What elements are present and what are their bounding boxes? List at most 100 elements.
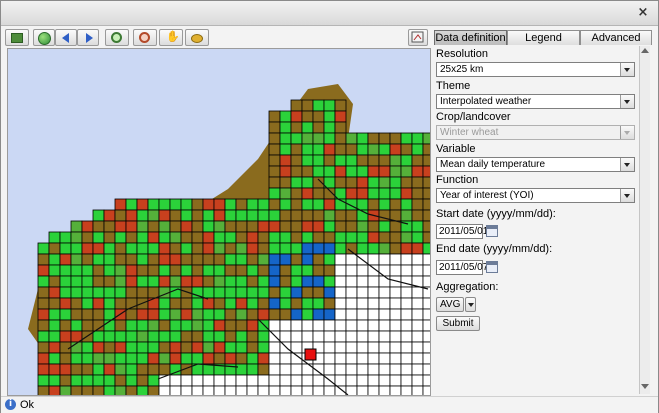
grid-cell: [59, 253, 72, 266]
grid-cell: [147, 198, 160, 211]
grid-cell: [301, 209, 314, 222]
grid-cell: [92, 385, 105, 395]
calendar-icon[interactable]: [486, 261, 498, 273]
grid-cell: [290, 264, 303, 277]
grid-cell: [213, 242, 226, 255]
grid-cell: [290, 198, 303, 211]
grid-cell: [356, 319, 369, 332]
grid-cell: [103, 286, 116, 299]
grid-cell: [180, 275, 193, 288]
map-canvas[interactable]: [8, 49, 430, 395]
tab-data-definition[interactable]: Data definition: [434, 30, 507, 45]
grid-cell: [312, 242, 325, 255]
grid-cell: [257, 297, 270, 310]
grid-cell: [400, 143, 413, 156]
dialog-window: × ✋ Data definition Legend Advanced Reso…: [0, 0, 659, 413]
grid-cell: [389, 176, 402, 189]
grid-cell: [389, 297, 402, 310]
grid-cell: [400, 363, 413, 376]
grid-cell: [279, 374, 292, 387]
grid-cell: [301, 154, 314, 167]
scroll-up-icon[interactable]: [641, 48, 649, 53]
grid-cell: [334, 242, 347, 255]
grid-cell: [422, 264, 430, 277]
show-layer-button[interactable]: [5, 29, 29, 46]
grid-cell: [136, 198, 149, 211]
grid-cell: [169, 319, 182, 332]
function-select[interactable]: Year of interest (YOI): [436, 188, 635, 203]
globe-button[interactable]: [33, 29, 55, 46]
grid-cell: [158, 209, 171, 222]
grid-cell: [301, 286, 314, 299]
grid-cell: [224, 341, 237, 354]
grid-cell: [345, 253, 358, 266]
grid-cell: [37, 242, 50, 255]
calendar-icon[interactable]: [486, 225, 498, 237]
grid-cell: [345, 165, 358, 178]
grid-cell: [334, 264, 347, 277]
grid-cell: [279, 275, 292, 288]
grid-cell: [312, 275, 325, 288]
variable-label: Variable: [436, 143, 476, 155]
grid-cell: [224, 330, 237, 343]
map-extent-button[interactable]: [408, 29, 428, 46]
pan-button[interactable]: ✋: [159, 29, 183, 46]
grid-cell: [202, 330, 215, 343]
map-view[interactable]: [7, 48, 431, 396]
grid-cell: [213, 319, 226, 332]
theme-select[interactable]: Interpolated weather: [436, 94, 635, 109]
grid-cell: [290, 231, 303, 244]
grid-cell: [213, 330, 226, 343]
grid-cell: [378, 264, 391, 277]
aggregation-dropdown-button[interactable]: [465, 297, 476, 312]
grid-cell: [268, 275, 281, 288]
chevron-down-icon[interactable]: [620, 189, 634, 202]
variable-select[interactable]: Mean daily temperature: [436, 157, 635, 172]
panel-scrollbar[interactable]: [639, 46, 650, 394]
grid-cell: [279, 121, 292, 134]
grid-cell: [400, 187, 413, 200]
grid-cell: [136, 231, 149, 244]
tab-advanced[interactable]: Advanced: [580, 30, 652, 45]
grid-cell: [235, 297, 248, 310]
zoom-out-button[interactable]: [133, 29, 157, 46]
grid-cell: [235, 385, 248, 395]
grid-cell: [125, 341, 138, 354]
grid-cell: [59, 363, 72, 376]
identify-button[interactable]: [185, 29, 209, 46]
grid-cell: [345, 143, 358, 156]
grid-cell: [180, 308, 193, 321]
grid-cell: [334, 308, 347, 321]
close-icon[interactable]: ×: [636, 6, 650, 20]
grid-cell: [246, 286, 259, 299]
chevron-down-icon[interactable]: [620, 95, 634, 108]
grid-cell: [37, 308, 50, 321]
grid-cell: [114, 253, 127, 266]
end-date-input[interactable]: 2011/05/07: [436, 260, 488, 275]
scroll-down-icon[interactable]: [641, 384, 649, 389]
grid-cell: [422, 374, 430, 387]
resolution-select[interactable]: 25x25 km: [436, 62, 635, 77]
grid-cell: [334, 110, 347, 123]
chevron-down-icon[interactable]: [620, 63, 634, 76]
grid-cell: [334, 99, 347, 112]
tab-legend[interactable]: Legend: [507, 30, 580, 45]
grid-cell: [268, 253, 281, 266]
chevron-down-icon[interactable]: [620, 158, 634, 171]
grid-cell: [59, 264, 72, 277]
forward-button[interactable]: [77, 29, 99, 46]
grid-cell: [279, 132, 292, 145]
grid-cell: [213, 341, 226, 354]
aggregation-select[interactable]: AVG: [436, 297, 464, 312]
grid-cell: [279, 154, 292, 167]
zoom-in-button[interactable]: [105, 29, 129, 46]
grid-cell: [279, 231, 292, 244]
grid-cell: [268, 187, 281, 200]
back-button[interactable]: [55, 29, 77, 46]
grid-cell: [334, 220, 347, 233]
grid-cell: [169, 297, 182, 310]
grid-cell: [301, 385, 314, 395]
grid-cell: [92, 231, 105, 244]
start-date-input[interactable]: 2011/05/01: [436, 224, 488, 239]
submit-button[interactable]: Submit: [436, 316, 480, 331]
